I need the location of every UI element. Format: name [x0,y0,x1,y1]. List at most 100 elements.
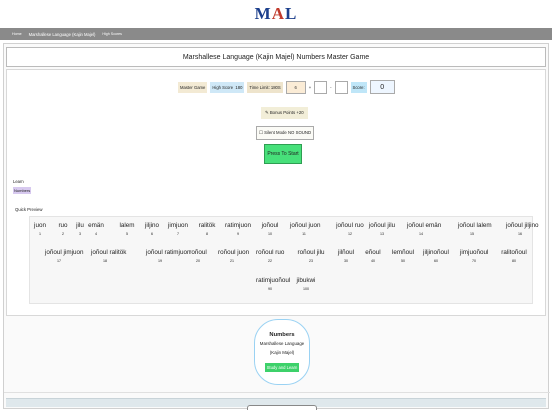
preview-item[interactable]: roñoul juon 21 [218,249,250,263]
preview-item[interactable]: ralitök 8 [193,222,221,236]
preview-item[interactable]: joñoul ralitök 18 [91,249,126,263]
master-game-label: Master Game [178,81,208,93]
checkbox-icon: ☐ [259,130,263,135]
learn-label: Learn [13,179,24,184]
preview-item[interactable]: joñoul jilu 13 [368,222,396,236]
preview-word: joñoul lalem [458,222,492,229]
preview-number: 17 [57,259,61,263]
page-title-bar: Marshallese Language (Kajin Majel) Numbe… [6,47,546,67]
preview-number: 12 [348,232,352,236]
app-root: MAL Home Marshallese Language (Kajin Maj… [0,0,552,414]
bonus-points-toggle[interactable]: ✎ Bonus Points +20 [261,107,308,119]
preview-item[interactable]: joñoul juon 11 [290,222,321,236]
preview-word: joñoul ruo [336,222,364,229]
preview-item[interactable]: jilñoul 30 [332,249,360,263]
preview-number: 11 [302,232,306,236]
preview-item[interactable]: jiljinoñoul 60 [422,249,450,263]
quick-preview-grid: juon 1 ruo 2 jilu 3 emän 4 lalem 5 jiljino 6 jimjuon… [29,216,539,304]
study-and-learn-button[interactable]: Study and Learn [264,363,300,372]
preview-word: ratimjuoñoul [256,277,291,284]
main-container: Marshallese Language (Kajin Majel) Numbe… [3,43,550,410]
preview-word: emän [88,222,104,229]
preview-number: 30 [344,259,348,263]
preview-item[interactable]: eñoul 40 [359,249,387,263]
bottom-tab[interactable] [247,405,317,410]
preview-word: roñoul jilu [297,249,325,256]
page-title: Marshallese Language (Kajin Majel) Numbe… [182,53,370,61]
card-subtitle-1: Marshallese Language [259,341,305,346]
preview-item[interactable]: roñoul ruo 22 [256,249,284,263]
nav-language-link[interactable]: Marshallese Language (Kajin Majel) [29,32,96,37]
high-score-text: High Score [212,84,234,90]
preview-word: joñoul juon [290,222,321,229]
logo-l: L [284,4,298,23]
preview-word: lemñoul [391,249,415,256]
preview-number: 23 [309,259,313,263]
preview-number: 14 [419,232,423,236]
silent-mode-checkbox[interactable]: ☐ Silent Mode NO SOUND [256,126,315,140]
logo-m: M [254,4,272,23]
preview-word: joñoul [261,222,279,229]
operand-field-1[interactable] [314,80,328,94]
time-value-field[interactable]: 6 [285,80,306,94]
preview-number: 21 [230,259,234,263]
preview-item[interactable]: joñoul jimjuon 17 [45,249,84,263]
start-button[interactable]: Press To Start [264,144,302,164]
preview-item[interactable]: roñoul 20 [184,249,212,263]
preview-number: 7 [177,232,179,236]
preview-number: 8 [206,232,208,236]
plus-operator: + [308,84,312,90]
preview-number: 10 [268,232,272,236]
preview-word: joñoul emän [407,222,442,229]
preview-item[interactable]: emän 4 [82,222,110,236]
preview-item[interactable]: ratimjuoñoul 90 [256,277,291,291]
preview-word: joñoul ratimjuon [146,249,191,256]
time-limit-label: Time Limit: 180S [247,81,283,93]
score-value: 0 [369,80,395,94]
preview-word: jilñoul [337,249,355,256]
preview-word: jiljino [145,222,159,229]
game-controls: Master Game High Score 180 Time Limit: 1… [178,80,395,94]
preview-item[interactable]: joñoul lalem 15 [458,222,492,236]
preview-word: joñoul jimjuon [45,249,84,256]
preview-item[interactable]: jiljino 6 [138,222,166,236]
preview-item[interactable]: roñoul jilu 23 [297,249,325,263]
divider [4,392,550,393]
score-label: Score: [350,81,367,93]
preview-item[interactable]: jimjuoñoul 70 [460,249,488,263]
preview-word: ralitoñoul [501,249,527,256]
preview-item[interactable]: lemñoul 50 [389,249,417,263]
preview-number: 13 [380,232,384,236]
nav-menu-link[interactable]: High Scores [102,32,122,36]
operand-field-2[interactable] [334,80,348,94]
preview-item[interactable]: joñoul emän 14 [407,222,442,236]
high-score-label: High Score 180 [210,81,245,93]
game-panel: Master Game High Score 180 Time Limit: 1… [6,69,546,316]
preview-item[interactable]: jimjuon 7 [164,222,192,236]
preview-item[interactable]: joñoul ratimjuon 19 [146,249,191,263]
site-logo[interactable]: MAL [0,4,552,26]
preview-item[interactable]: jibukwi 100 [292,277,320,291]
preview-number: 20 [196,259,200,263]
preview-word: jimjuon [168,222,188,229]
nav-home-link[interactable]: Home [12,32,22,36]
preview-item[interactable]: lalem 5 [113,222,141,236]
quick-preview-label: Quick Preview [15,207,43,212]
preview-item[interactable]: joñoul ruo 12 [336,222,364,236]
learn-numbers-link[interactable]: Numbers [13,187,32,194]
silent-mode-label: Silent Mode NO SOUND [264,130,312,135]
preview-word: lalem [119,222,135,229]
preview-word: ralitök [198,222,216,229]
preview-item[interactable]: joñoul jiljino 16 [506,222,539,236]
preview-item[interactable]: joñoul 10 [256,222,284,236]
preview-word: roñoul [189,249,207,256]
preview-number: 4 [95,232,97,236]
preview-number: 18 [103,259,107,263]
preview-item[interactable]: ralitoñoul 80 [500,249,528,263]
preview-number: 70 [472,259,476,263]
preview-number: 50 [401,259,405,263]
preview-item[interactable]: ratimjuon 9 [224,222,252,236]
preview-word: roñoul juon [218,249,250,256]
preview-number: 90 [268,287,272,291]
preview-number: 5 [126,232,128,236]
